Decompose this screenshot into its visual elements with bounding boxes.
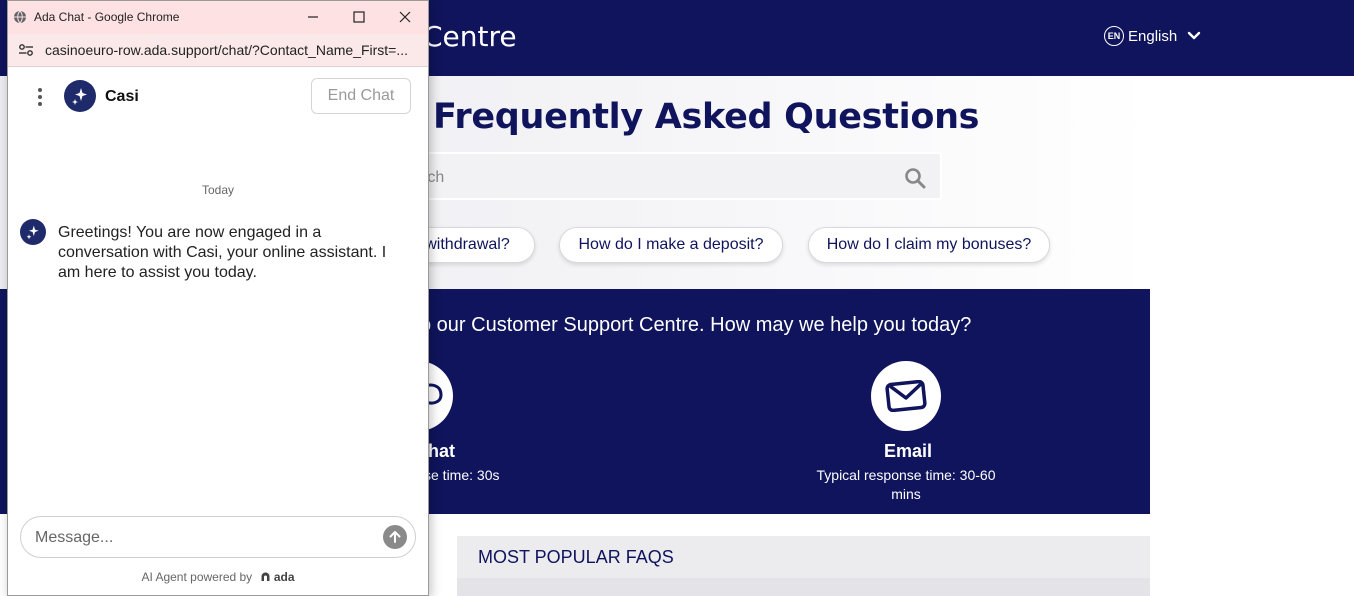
envelope-icon [885, 380, 927, 412]
search-icon[interactable] [904, 167, 926, 189]
popular-faqs-header: MOST POPULAR FAQS [457, 536, 1150, 578]
powered-by-text: AI Agent powered by [141, 570, 253, 584]
chat-channel-subtitle: se time: 30s [424, 467, 500, 483]
bot-avatar [64, 80, 96, 112]
message-placeholder: Message... [35, 529, 114, 546]
language-label: English [1128, 27, 1178, 45]
faq-chip-bonuses[interactable]: How do I claim my bonuses? [808, 227, 1050, 263]
window-titlebar[interactable]: Ada Chat - Google Chrome [8, 1, 428, 34]
bot-name: Casi [105, 88, 139, 105]
window-title: Ada Chat - Google Chrome [34, 10, 180, 24]
site-settings-icon[interactable] [18, 43, 34, 57]
welcome-text: o our Customer Support Centre. How may w… [420, 314, 972, 336]
close-icon[interactable] [397, 9, 413, 25]
site-title: Centre [423, 20, 517, 53]
arrow-up-icon [389, 531, 401, 543]
faq-search-input[interactable]: rch [398, 152, 942, 200]
language-selector[interactable]: EN English [1104, 25, 1201, 47]
faq-chip-deposit[interactable]: How do I make a deposit? [559, 227, 783, 263]
email-channel-title: Email [884, 441, 933, 461]
date-divider: Today [201, 183, 235, 197]
email-channel-subtitle: Typical response time: 30-60 mins [806, 467, 1006, 502]
message-bot-avatar [20, 219, 46, 245]
maximize-icon[interactable] [351, 9, 367, 25]
chat-header: Casi End Chat [8, 67, 428, 125]
email-channel-button[interactable] [871, 361, 941, 431]
sparkle-icon [26, 225, 39, 240]
address-bar[interactable]: casinoeuro-row.ada.support/chat/?Contact… [8, 34, 428, 67]
powered-by-brand: ada [273, 570, 295, 584]
popular-faq-row[interactable] [457, 578, 1150, 596]
globe-icon [14, 10, 26, 24]
end-chat-button[interactable]: End Chat [311, 78, 411, 114]
message-input[interactable]: Message... [20, 516, 416, 558]
bot-message: Greetings! You are now engaged in a conv… [58, 224, 387, 281]
send-button[interactable] [383, 525, 407, 549]
email-subtitle-line1: Typical response time: 30-60 [816, 467, 996, 483]
url-text: casinoeuro-row.ada.support/chat/?Contact… [45, 42, 409, 58]
powered-by: AI Agent powered by ada [8, 570, 428, 584]
popular-faqs-label: MOST POPULAR FAQS [478, 547, 674, 567]
faq-heading: Frequently Asked Questions [433, 97, 980, 137]
more-options-icon[interactable] [34, 87, 46, 107]
sparkle-icon [72, 88, 87, 105]
ada-logo-icon [261, 572, 270, 581]
chevron-down-icon [1188, 31, 1201, 40]
chat-channel-title: hat [428, 441, 455, 461]
minimize-icon[interactable] [305, 9, 321, 25]
chat-popup-window: Ada Chat - Google Chrome casinoeuro-row.… [7, 0, 429, 596]
email-subtitle-line2: mins [891, 486, 921, 502]
language-badge: EN [1104, 26, 1124, 46]
